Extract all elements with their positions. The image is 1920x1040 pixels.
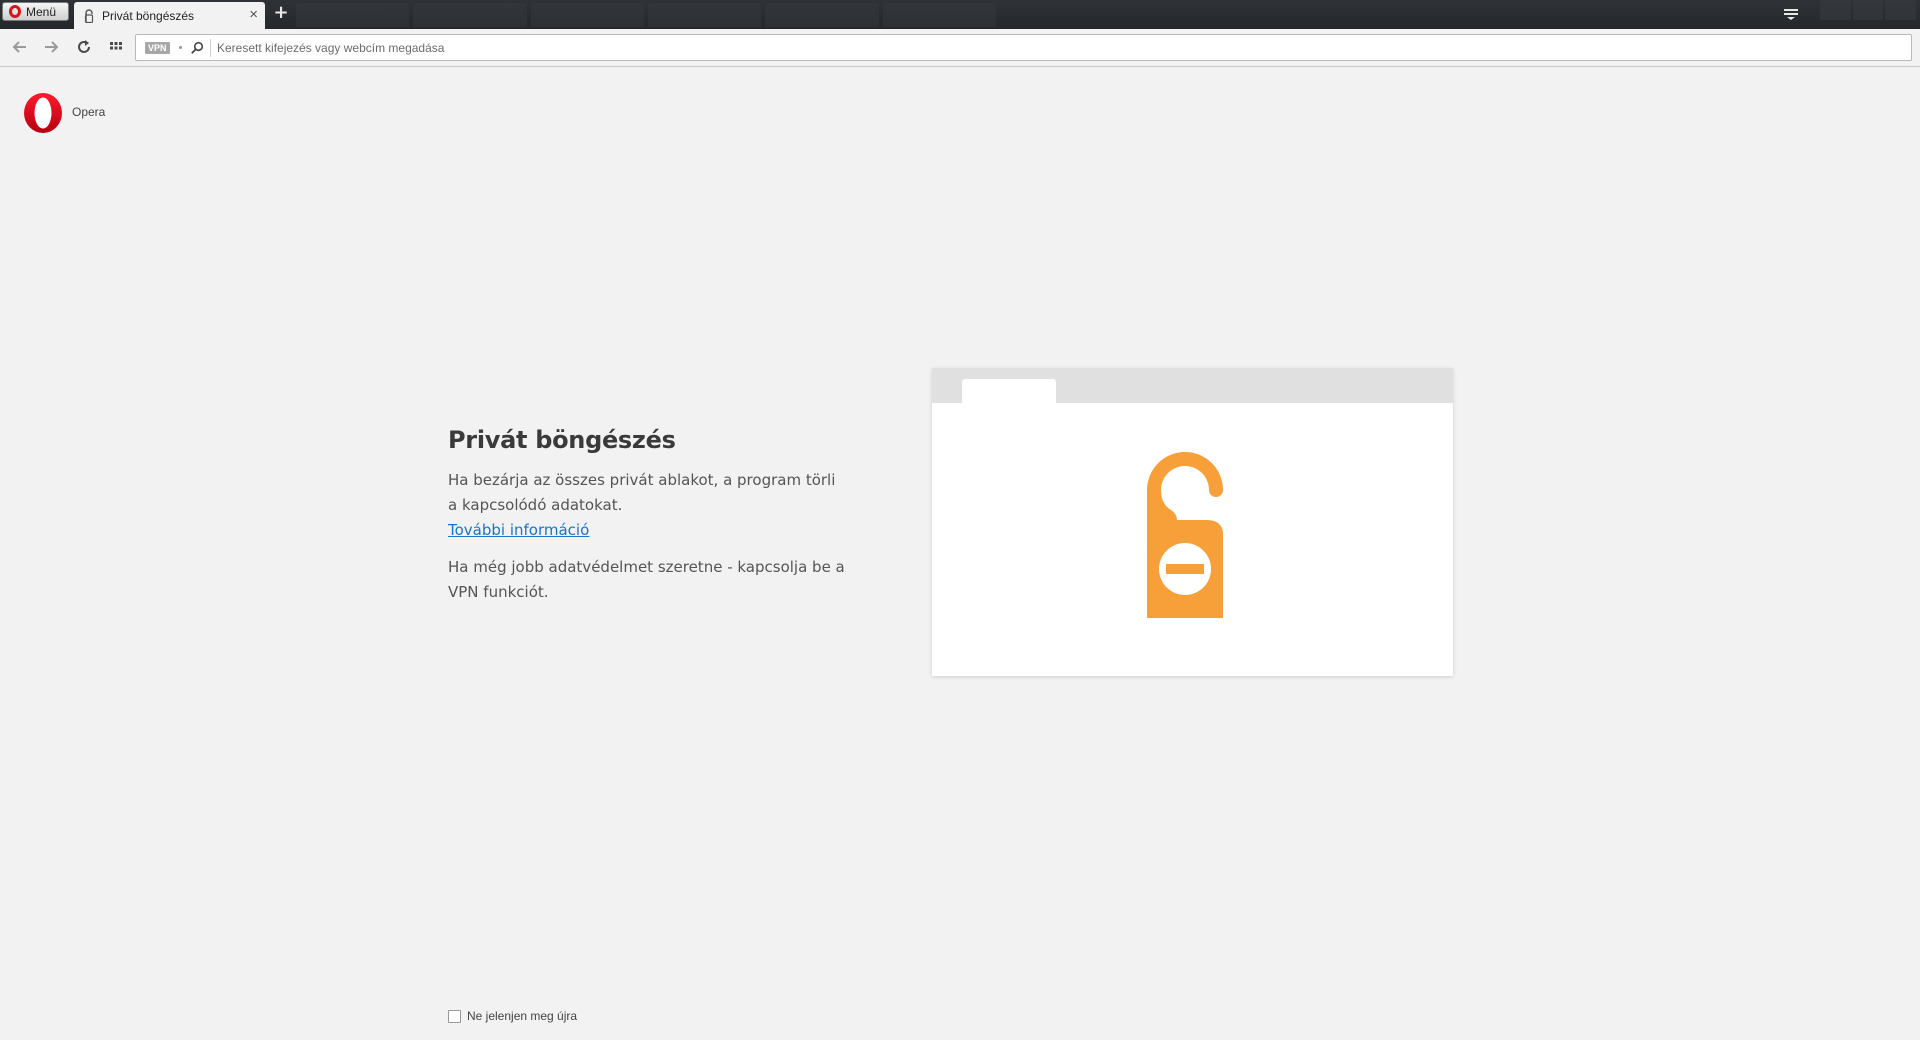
grid-icon xyxy=(110,42,122,50)
background-tab[interactable] xyxy=(296,3,410,27)
tab-title: Privát böngészés xyxy=(102,8,195,23)
background-tab[interactable] xyxy=(882,3,996,27)
dont-show-again-label: Ne jelenjen meg újra xyxy=(467,1009,578,1023)
forward-button[interactable] xyxy=(42,38,60,56)
tab-private-browsing[interactable]: Privát böngészés × xyxy=(74,2,265,29)
reload-button[interactable] xyxy=(75,38,93,56)
illustration-tab xyxy=(962,379,1056,403)
opera-brand-label: Opera xyxy=(72,105,106,119)
background-tab[interactable] xyxy=(530,3,644,27)
tab-close-icon[interactable]: × xyxy=(249,7,258,22)
address-divider xyxy=(210,39,211,57)
tabs-list-icon[interactable] xyxy=(1783,6,1799,22)
page-title: Privát böngészés xyxy=(448,426,676,454)
window-controls xyxy=(1820,0,1917,20)
search-icon xyxy=(191,41,204,54)
vpn-badge[interactable]: VPN xyxy=(145,42,170,54)
minimize-button[interactable] xyxy=(1820,0,1851,20)
background-tab[interactable] xyxy=(413,3,527,27)
private-browsing-info: Privát böngészés Ha bezárja az összes pr… xyxy=(448,426,848,605)
private-info-text: Ha bezárja az összes privát ablakot, a p… xyxy=(448,471,836,514)
back-button[interactable] xyxy=(11,38,29,56)
address-toolbar: VPN xyxy=(0,29,1920,67)
do-not-disturb-hanger-icon xyxy=(1147,452,1223,618)
dont-show-again-checkbox[interactable] xyxy=(448,1009,461,1023)
menu-label: Menü xyxy=(26,4,57,19)
door-hanger-icon xyxy=(84,8,94,23)
dont-show-again-option[interactable]: Ne jelenjen meg újra xyxy=(448,1009,577,1023)
more-info-link[interactable]: További információ xyxy=(448,518,589,543)
background-tab[interactable] xyxy=(647,3,762,27)
address-input[interactable] xyxy=(217,37,1897,58)
maximize-button[interactable] xyxy=(1852,0,1884,20)
arrow-right-icon xyxy=(45,41,59,53)
opera-logo[interactable] xyxy=(22,92,64,134)
arrow-left-icon xyxy=(12,41,26,53)
background-tab[interactable] xyxy=(765,3,879,27)
private-window-illustration xyxy=(932,368,1453,676)
vpn-status-dot xyxy=(179,46,182,49)
tab-strip: Menü Privát böngészés × + xyxy=(0,0,1920,29)
new-tab-button[interactable]: + xyxy=(272,4,290,22)
address-bar[interactable]: VPN xyxy=(135,34,1912,61)
speed-dial-button[interactable] xyxy=(107,38,125,56)
opera-logo-icon xyxy=(9,5,21,18)
vpn-hint-text: Ha még jobb adatvédelmet szeretne - kapc… xyxy=(448,558,845,601)
opera-menu-button[interactable]: Menü xyxy=(2,2,69,21)
background-tabs xyxy=(296,3,996,27)
close-window-button[interactable] xyxy=(1885,0,1917,20)
reload-icon xyxy=(78,40,90,53)
